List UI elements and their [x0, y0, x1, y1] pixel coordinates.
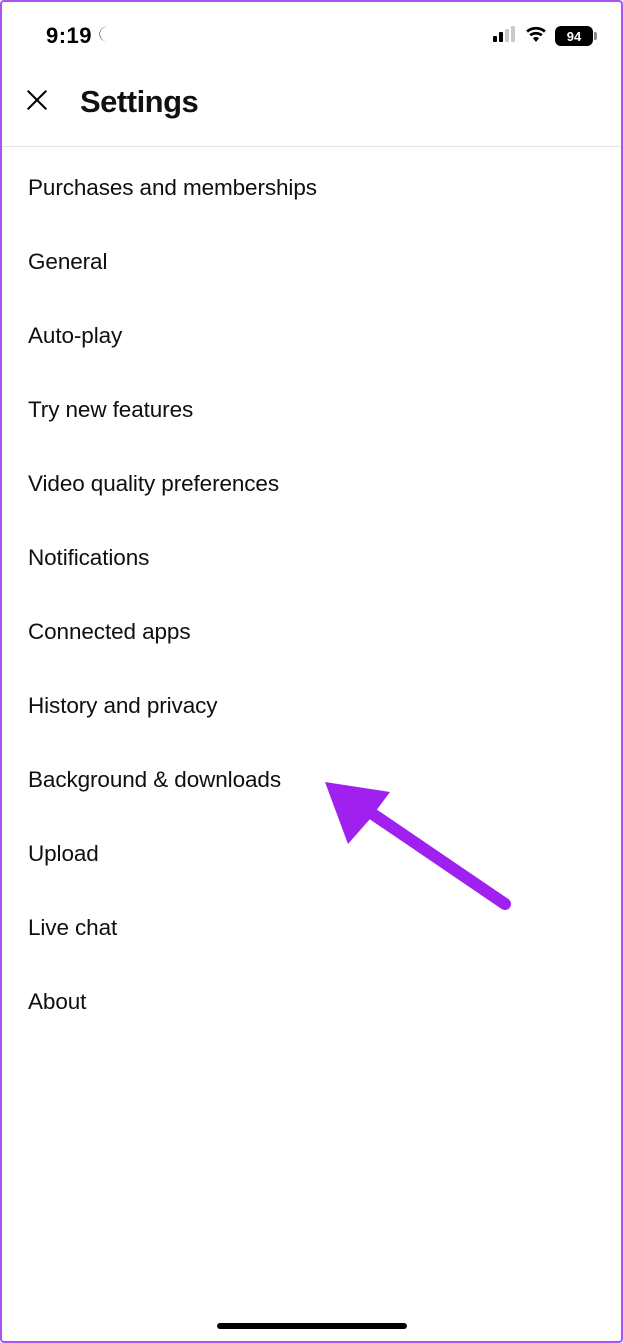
header: Settings: [2, 60, 621, 147]
do-not-disturb-icon: [98, 23, 116, 49]
settings-item-video-quality[interactable]: Video quality preferences: [2, 447, 621, 521]
settings-item-try-new[interactable]: Try new features: [2, 373, 621, 447]
status-left: 9:19: [46, 23, 116, 49]
settings-item-live-chat[interactable]: Live chat: [2, 891, 621, 965]
device-frame: 9:19 94: [0, 0, 623, 1343]
battery-icon: 94: [555, 26, 593, 46]
settings-item-label: Video quality preferences: [28, 471, 279, 496]
settings-item-about[interactable]: About: [2, 965, 621, 1039]
settings-item-history-privacy[interactable]: History and privacy: [2, 669, 621, 743]
wifi-icon: [525, 26, 547, 47]
status-bar: 9:19 94: [2, 2, 621, 60]
settings-item-label: Try new features: [28, 397, 193, 422]
settings-item-label: Notifications: [28, 545, 149, 570]
settings-item-label: General: [28, 249, 107, 274]
settings-item-label: Upload: [28, 841, 99, 866]
settings-item-general[interactable]: General: [2, 225, 621, 299]
settings-item-autoplay[interactable]: Auto-play: [2, 299, 621, 373]
battery-level: 94: [567, 29, 581, 44]
settings-item-notifications[interactable]: Notifications: [2, 521, 621, 595]
settings-item-label: Connected apps: [28, 619, 190, 644]
status-right: 94: [493, 26, 593, 47]
settings-item-background-downloads[interactable]: Background & downloads: [2, 743, 621, 817]
home-indicator[interactable]: [217, 1323, 407, 1329]
settings-item-label: About: [28, 989, 86, 1014]
close-icon: [22, 85, 52, 120]
settings-item-label: Live chat: [28, 915, 117, 940]
status-time: 9:19: [46, 23, 92, 49]
close-button[interactable]: [20, 85, 54, 119]
settings-item-label: Purchases and memberships: [28, 175, 317, 200]
page-title: Settings: [80, 84, 198, 120]
settings-item-purchases[interactable]: Purchases and memberships: [2, 151, 621, 225]
settings-item-label: History and privacy: [28, 693, 217, 718]
settings-item-label: Auto-play: [28, 323, 122, 348]
settings-item-upload[interactable]: Upload: [2, 817, 621, 891]
settings-item-label: Background & downloads: [28, 767, 281, 792]
settings-item-connected-apps[interactable]: Connected apps: [2, 595, 621, 669]
settings-list: Purchases and memberships General Auto-p…: [2, 147, 621, 1043]
cellular-signal-icon: [493, 26, 517, 47]
